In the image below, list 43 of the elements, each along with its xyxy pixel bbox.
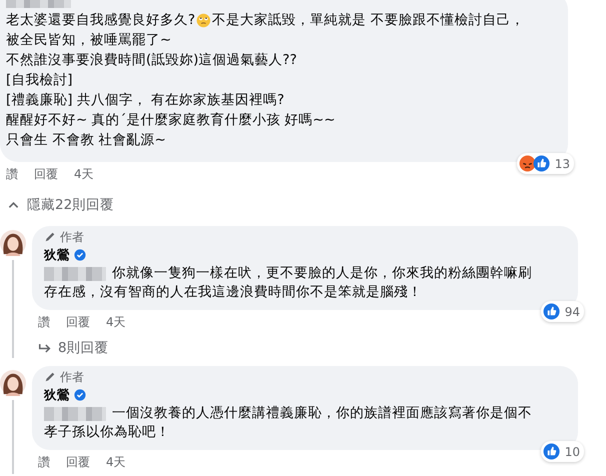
timestamp: 4天 xyxy=(106,454,126,471)
reply-text: 一個沒教養的人憑什麼講禮義廉恥，你的族譜裡面應該寫著你是個不 xyxy=(112,404,532,423)
timestamp: 4天 xyxy=(106,314,126,331)
action-link[interactable]: 回覆 xyxy=(66,314,90,334)
comment-text: [禮義廉恥] 共八個字， 有在妳家族基因裡嗎? xyxy=(6,91,284,110)
thumbs-up-icon xyxy=(532,155,550,172)
timestamp: 4天 xyxy=(74,166,94,183)
author-name[interactable]: 狄鶯 xyxy=(44,246,70,264)
action-link[interactable]: 回覆 xyxy=(34,166,58,186)
action-link[interactable]: 回覆 xyxy=(66,454,90,474)
pencil-icon xyxy=(44,371,56,383)
avatar[interactable] xyxy=(0,230,26,256)
reaction-summary[interactable]: 94 xyxy=(540,301,584,322)
blurred-name xyxy=(6,0,71,8)
reply-text: 存在感，沒有智商的人在我這邊浪費時間你不是笨就是腦殘！ xyxy=(44,283,422,302)
blurred-name xyxy=(44,266,106,280)
reply-arrow-icon xyxy=(38,342,52,354)
comment-text: [自我檢討] xyxy=(6,71,73,90)
angry-face-icon xyxy=(518,155,536,172)
author-label: 作者 xyxy=(60,228,84,246)
comment-text: 醒醒好不好~ 真的´是什麼家庭教育什麼小孩 好嗎~~ xyxy=(6,111,336,130)
reply-text: 你就像一隻狗一樣在吠，更不要臉的人是你，你來我的粉絲團幹嘛刷 xyxy=(112,264,532,283)
thumbs-up-icon xyxy=(542,303,560,320)
author-label: 作者 xyxy=(60,368,84,386)
pencil-icon xyxy=(44,231,56,243)
reaction-summary[interactable]: 13 xyxy=(516,153,574,174)
comment-text: 被全民皆知，被唾罵罷了~ xyxy=(6,31,172,50)
comment-text: 不是大家詆毀，單純就是 不要臉跟不懂檢討自己， xyxy=(212,11,524,30)
action-link[interactable]: 讚 xyxy=(38,314,50,334)
chevron-up-icon xyxy=(8,201,19,209)
blurred-name xyxy=(44,406,106,420)
action-link[interactable]: 讚 xyxy=(38,454,50,474)
comment-text: 不然誰沒事要浪費時間(詆毀妳)這個過氣藝人?? xyxy=(6,51,297,70)
avatar[interactable] xyxy=(0,370,26,396)
author-name[interactable]: 狄鶯 xyxy=(44,386,70,404)
action-link[interactable]: 讚 xyxy=(6,166,18,186)
reply-text: 孝子孫以你為恥吧！ xyxy=(44,423,170,442)
thumbs-up-icon xyxy=(542,443,560,460)
comment-text: 老太婆還要自我感覺良好多久? xyxy=(6,11,196,30)
hide-replies-link[interactable]: 隱藏22則回覆 xyxy=(0,186,606,216)
view-replies-link[interactable]: 8則回覆 xyxy=(32,334,606,358)
reaction-summary[interactable]: 10 xyxy=(540,441,584,462)
comment-text: 只會生 不會教 社會亂源~ xyxy=(6,131,166,150)
